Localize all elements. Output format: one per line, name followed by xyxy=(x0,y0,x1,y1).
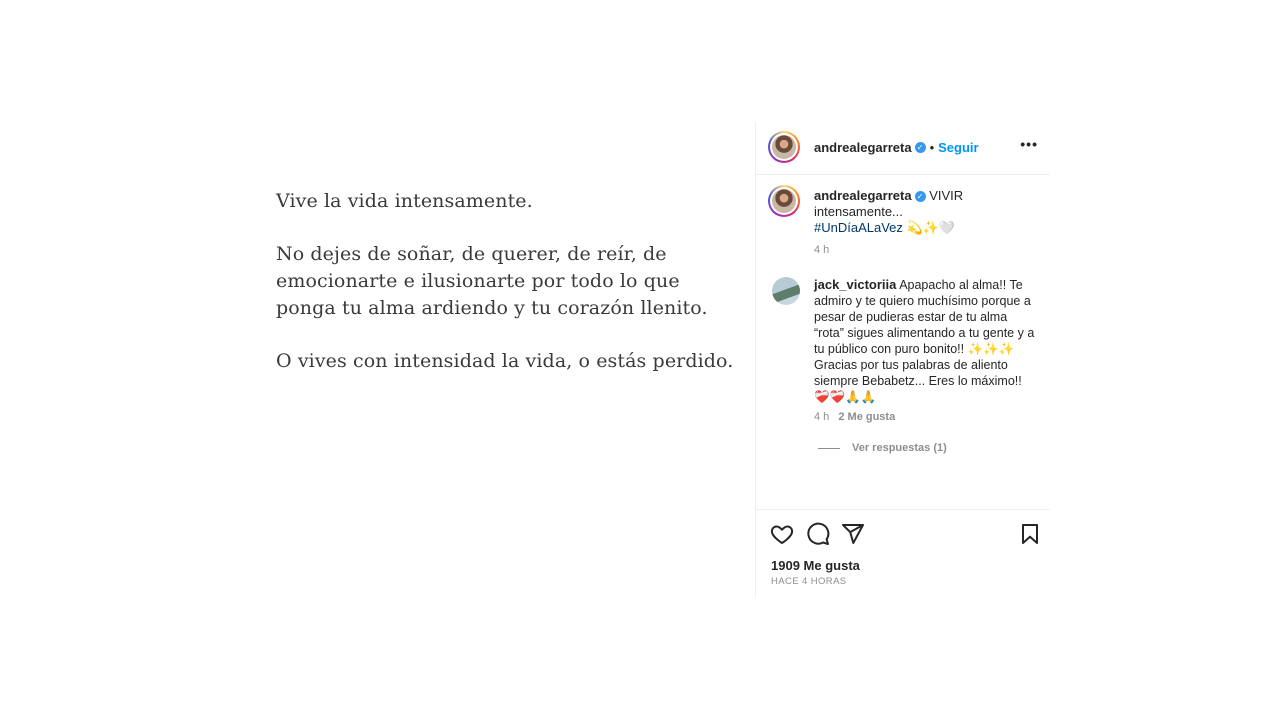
caption-text-1: VIVIR xyxy=(929,188,964,203)
more-options-icon[interactable]: ••• xyxy=(1020,136,1038,152)
comment-text: Apapacho al alma!! Te admiro y te quiero… xyxy=(814,278,1035,404)
caption-emojis: 💫✨🤍 xyxy=(906,220,956,235)
commenter-username[interactable]: jack_victoriia xyxy=(814,277,896,292)
verified-icon: ✓ xyxy=(914,142,926,154)
author-avatar[interactable] xyxy=(768,131,800,163)
comment-likes[interactable]: 2 Me gusta xyxy=(838,411,895,423)
caption-avatar[interactable] xyxy=(768,185,800,217)
author-username[interactable]: andrealegarreta xyxy=(814,140,912,155)
bookmark-icon[interactable] xyxy=(1018,522,1042,546)
verified-icon: ✓ xyxy=(914,191,926,203)
post-image[interactable]: Vive la vida intensamente. No dejes de s… xyxy=(230,122,755,597)
caption-username[interactable]: andrealegarreta xyxy=(814,188,912,203)
caption-text-2: intensamente... xyxy=(814,204,903,219)
action-bar xyxy=(756,509,1050,556)
post-quote: Vive la vida intensamente. No dejes de s… xyxy=(276,188,736,401)
caption-hashtag[interactable]: #UnDíaALaVez xyxy=(814,220,903,235)
share-icon[interactable] xyxy=(841,522,865,546)
post-side-panel: andrealegarreta ✓ • Seguir ••• andrealegarr… xyxy=(755,122,1050,597)
quote-line-1: Vive la vida intensamente. xyxy=(276,190,533,212)
post-likes-count[interactable]: 1909 Me gusta xyxy=(771,558,860,573)
comment-time[interactable]: 4 h xyxy=(814,411,829,423)
post-timestamp[interactable]: HACE 4 HORAS xyxy=(771,576,847,587)
commenter-avatar[interactable] xyxy=(772,277,800,305)
comment-icon[interactable] xyxy=(806,522,830,546)
view-replies-button[interactable]: Ver respuestas (1) xyxy=(818,442,947,454)
view-replies-label: Ver respuestas (1) xyxy=(852,442,947,454)
comment-body: jack_victoriia Apapacho al alma!! Te adm… xyxy=(814,277,1040,405)
comment-meta: 4 h 2 Me gusta xyxy=(814,411,895,423)
quote-paragraph-2: No dejes de soñar, de querer, de reír, d… xyxy=(276,243,708,319)
follow-button[interactable]: Seguir xyxy=(938,140,978,155)
caption-time[interactable]: 4 h xyxy=(814,242,829,258)
quote-paragraph-3: O vives con intensidad la vida, o estás … xyxy=(276,350,734,372)
author-avatar-photo xyxy=(772,135,796,159)
post-caption: andrealegarreta ✓ VIVIR intensamente... #… xyxy=(814,188,1039,258)
separator-dot: • xyxy=(929,140,935,155)
replies-divider xyxy=(818,447,840,449)
caption-avatar-photo xyxy=(772,189,796,213)
post-header: andrealegarreta ✓ • Seguir ••• xyxy=(756,122,1050,175)
heart-icon[interactable] xyxy=(770,522,794,546)
